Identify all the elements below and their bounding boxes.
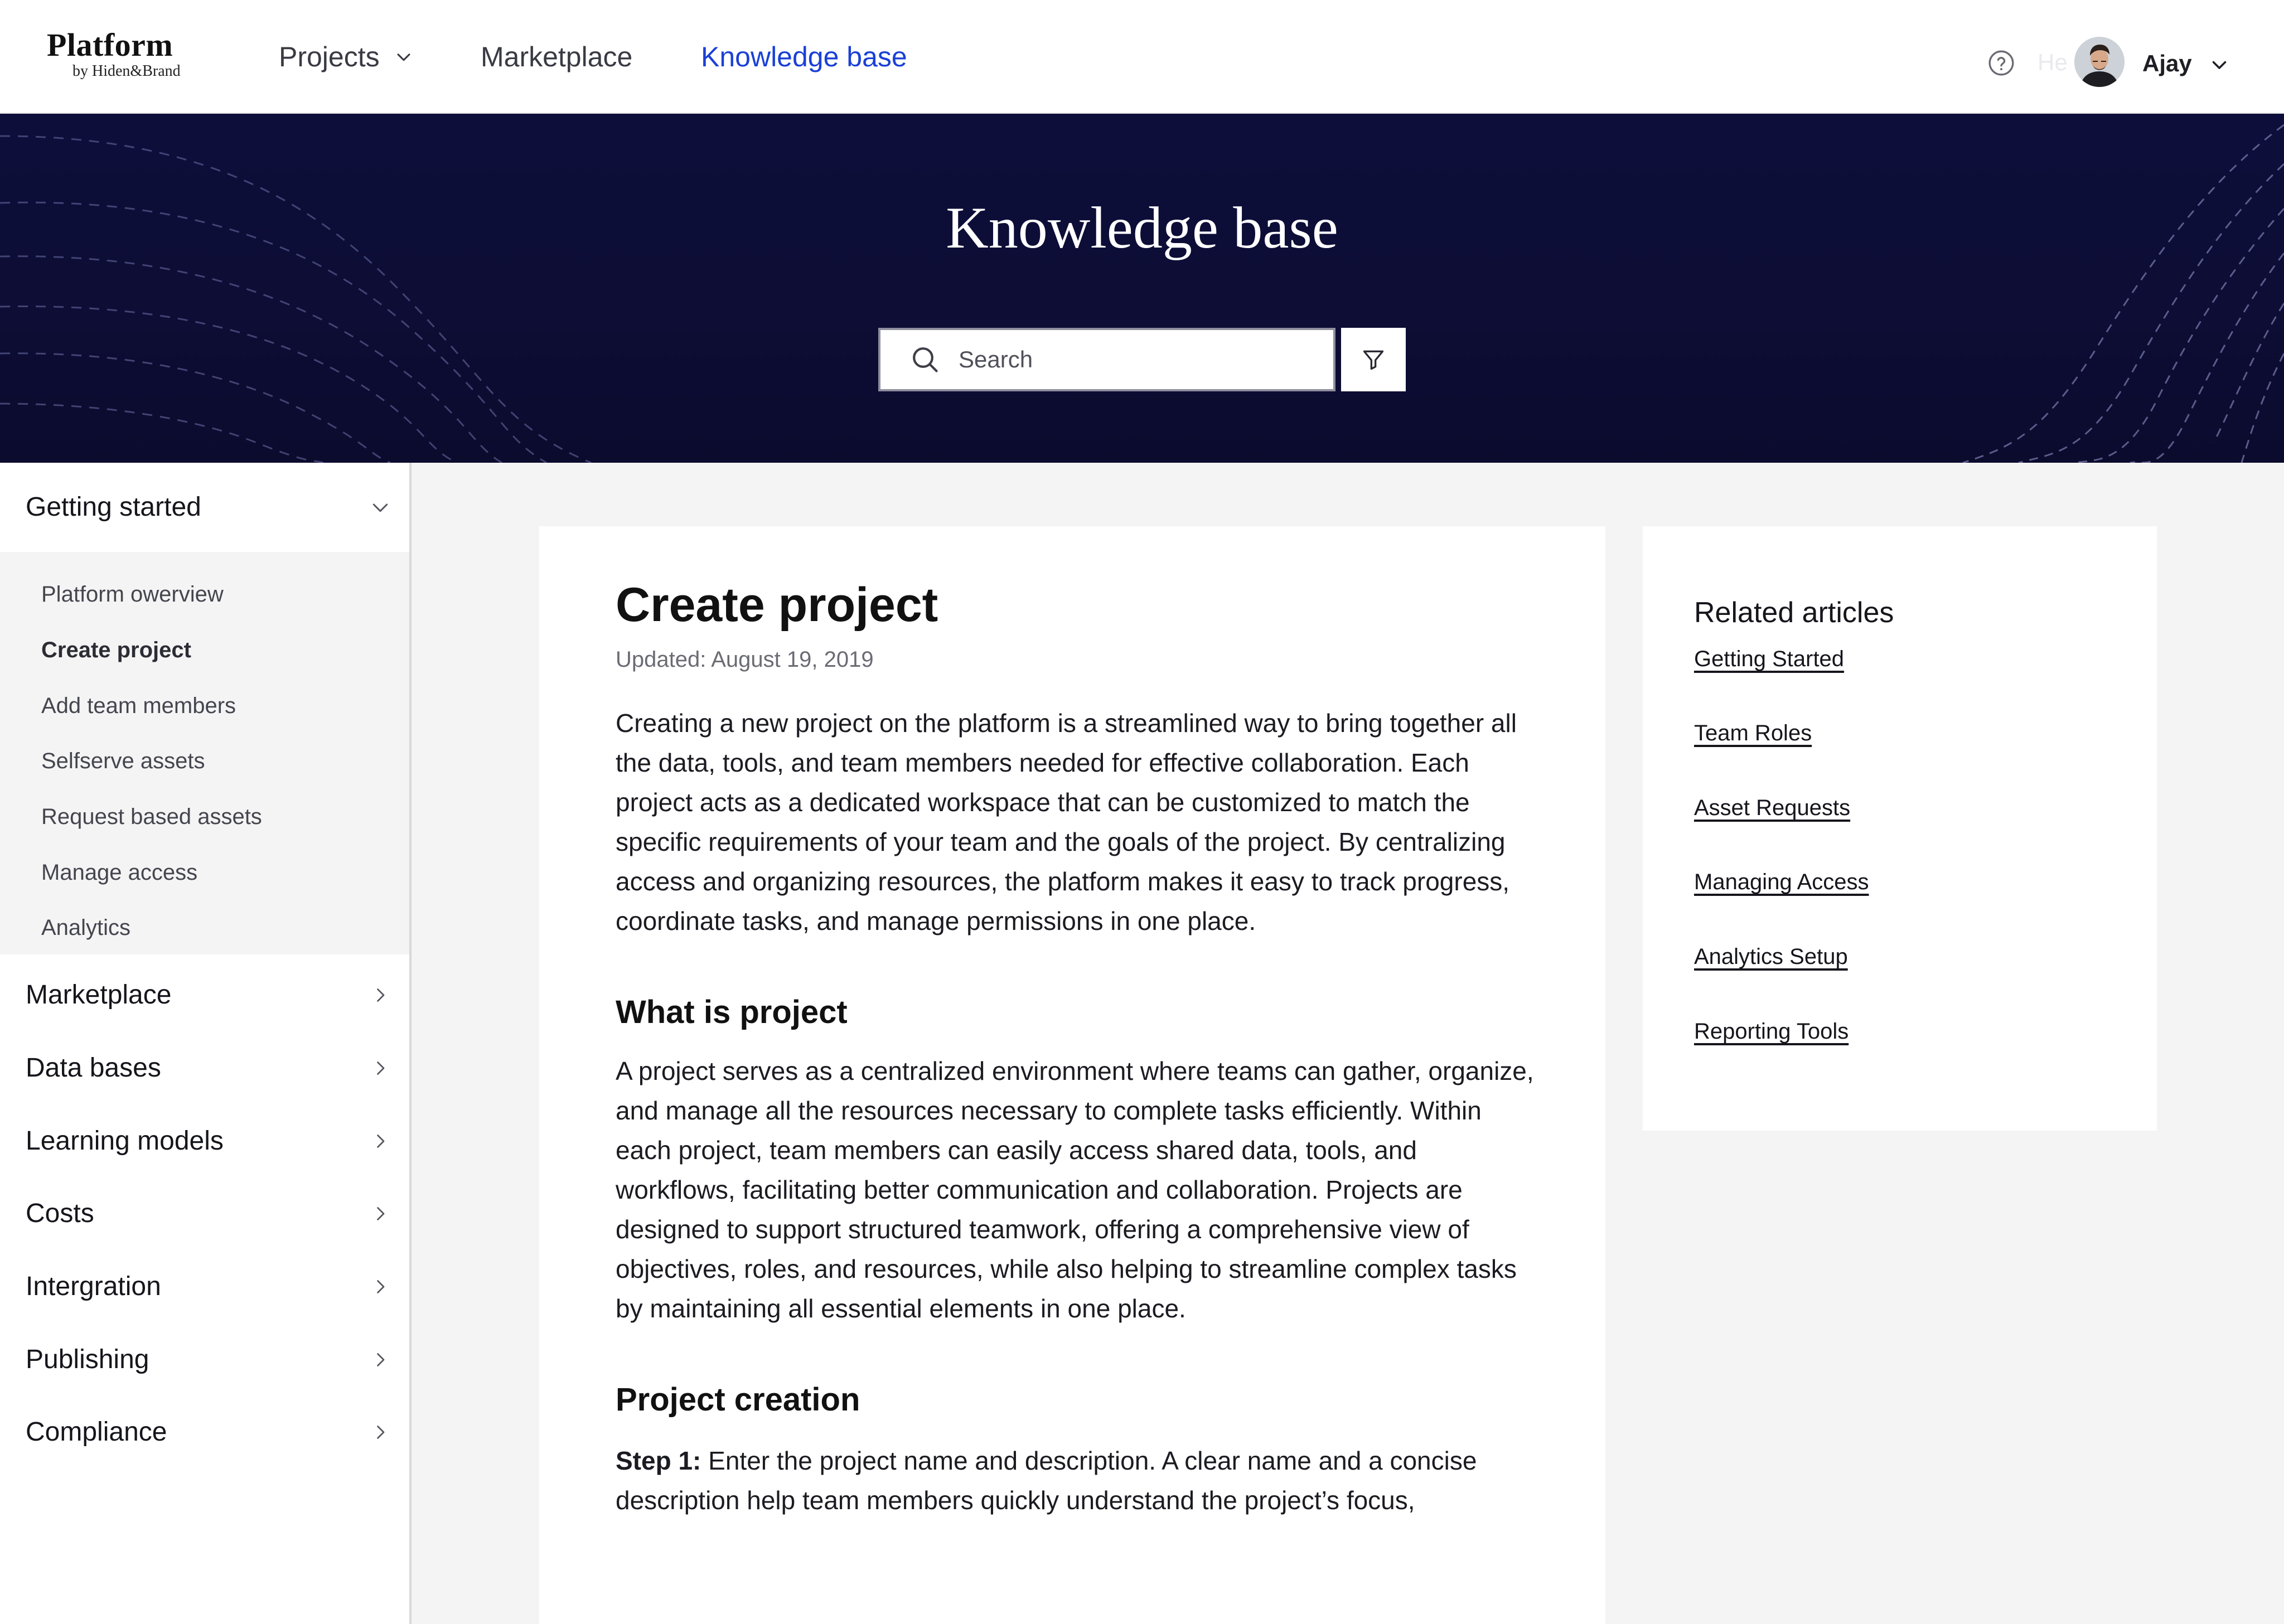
sidebar-item-label: Compliance	[26, 1417, 167, 1447]
article-card: Create project Updated: August 19, 2019 …	[539, 526, 1605, 1624]
chevron-right-icon	[377, 1426, 385, 1439]
search-icon	[913, 347, 938, 372]
logo-name: Platform	[47, 27, 173, 63]
sidebar-item-platform-overview[interactable]: Platform owerview	[41, 580, 224, 609]
chevron-right-icon	[377, 1280, 385, 1293]
related-link-analytics-setup[interactable]: Analytics Setup	[1694, 942, 1848, 971]
step-1-paragraph: Step 1: Enter the project name and descr…	[616, 1441, 1536, 1520]
sidebar-item-label: Data bases	[26, 1053, 161, 1083]
user-name[interactable]: Ajay	[2142, 49, 2192, 78]
related-link-reporting-tools[interactable]: Reporting Tools	[1694, 1017, 1849, 1046]
related-articles-title: Related articles	[1694, 597, 1894, 629]
top-navigation-bar: Platform by Hiden&Brand Projects Marketp…	[0, 0, 2284, 114]
sidebar-item-label: Intergration	[26, 1272, 161, 1301]
related-articles-card: Related articles Getting Started Team Ro…	[1643, 526, 2157, 1131]
article-intro: Creating a new project on the platform i…	[616, 709, 1517, 935]
nav-marketplace-label: Marketplace	[481, 41, 633, 72]
platform-logo[interactable]: Platform by Hiden&Brand	[47, 28, 181, 80]
nav-marketplace[interactable]: Marketplace	[481, 36, 632, 78]
sidebar-item-compliance[interactable]: Compliance	[0, 1396, 409, 1468]
sidebar-item-request-based-assets[interactable]: Request based assets	[41, 802, 262, 831]
sidebar-item-label: Learning models	[26, 1126, 224, 1156]
chevron-right-icon	[377, 1135, 385, 1148]
section-body-what-is-project: A project serves as a centralized enviro…	[616, 1056, 1534, 1323]
sidebar-group-getting-started[interactable]: Getting started	[0, 463, 409, 552]
nav-knowledge-base-label: Knowledge base	[701, 41, 907, 72]
sidebar-item-integration[interactable]: Intergration	[0, 1250, 409, 1323]
step-1-label: Step 1:	[616, 1446, 701, 1475]
sidebar-item-create-project[interactable]: Create project	[41, 636, 191, 665]
sidebar-item-learning-models[interactable]: Learning models	[0, 1105, 409, 1177]
chevron-right-icon	[377, 1353, 385, 1366]
user-avatar[interactable]	[2074, 37, 2125, 87]
nav-projects-label: Projects	[279, 41, 380, 72]
help-label: He	[2038, 49, 2068, 75]
article-content: Create project Updated: August 19, 2019 …	[616, 574, 1536, 1520]
chevron-right-icon	[377, 1207, 385, 1220]
chevron-right-icon	[377, 1061, 385, 1075]
nav-knowledge-base[interactable]: Knowledge base	[701, 36, 907, 78]
avatar-icon	[2074, 37, 2125, 87]
sidebar-item-marketplace[interactable]: Marketplace	[0, 959, 409, 1031]
sidebar-item-label: Publishing	[26, 1345, 149, 1374]
chevron-down-icon	[397, 54, 410, 61]
filter-icon	[1363, 350, 1384, 370]
sidebar-item-label: Costs	[26, 1199, 94, 1228]
nav-projects[interactable]: Projects	[279, 36, 413, 78]
sidebar-item-label: Marketplace	[26, 980, 172, 1010]
section-heading-project-creation: Project creation	[616, 1381, 860, 1418]
step-1-text: Enter the project name and description. …	[616, 1446, 1477, 1515]
hero-banner: Knowledge base	[0, 114, 2284, 463]
article-updated-date: Updated: August 19, 2019	[616, 647, 874, 672]
sidebar-item-data-bases[interactable]: Data bases	[0, 1032, 409, 1104]
decorative-waves	[0, 124, 2284, 463]
sidebar-item-selfserve-assets[interactable]: Selfserve assets	[41, 746, 205, 775]
section-heading-what-is-project: What is project	[616, 994, 848, 1030]
sidebar-item-add-team-members[interactable]: Add team members	[41, 691, 236, 720]
filter-button[interactable]	[1341, 328, 1406, 391]
related-link-asset-requests[interactable]: Asset Requests	[1694, 793, 1850, 822]
sidebar: Getting started Platform owerview Create…	[0, 463, 412, 1624]
sidebar-group-label: Getting started	[26, 492, 201, 522]
chevron-right-icon	[377, 988, 385, 1002]
article-title: Create project	[616, 578, 938, 632]
sidebar-subitems-panel: Platform owerview Create project Add tea…	[0, 552, 409, 954]
chevron-down-icon	[372, 503, 388, 512]
help-icon[interactable]	[1987, 49, 2015, 77]
hero-title: Knowledge base	[946, 195, 1338, 260]
search-input[interactable]	[957, 346, 1314, 374]
sidebar-item-manage-access[interactable]: Manage access	[41, 858, 197, 887]
search-box[interactable]	[878, 328, 1335, 391]
sidebar-item-publishing[interactable]: Publishing	[0, 1324, 409, 1396]
chevron-down-icon[interactable]	[2209, 55, 2229, 75]
logo-byline: by Hiden&Brand	[72, 62, 181, 80]
sidebar-item-analytics[interactable]: Analytics	[41, 913, 130, 942]
sidebar-item-costs[interactable]: Costs	[0, 1177, 409, 1250]
related-link-getting-started[interactable]: Getting Started	[1694, 644, 1844, 673]
related-link-managing-access[interactable]: Managing Access	[1694, 867, 1869, 896]
related-link-team-roles[interactable]: Team Roles	[1694, 719, 1812, 748]
